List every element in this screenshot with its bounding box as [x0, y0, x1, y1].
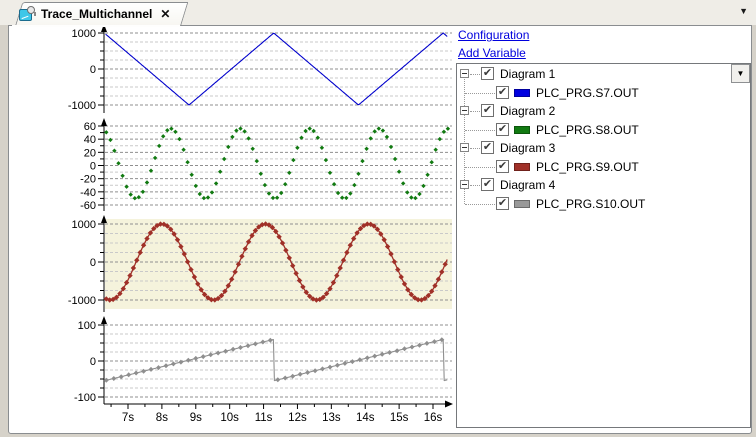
tree-item-label[interactable]: PLC_PRG.S10.OUT — [536, 197, 645, 211]
checkbox-plc-prg-s8-out[interactable]: ✔ — [496, 122, 509, 136]
tab-title: Trace_Multichannel — [41, 7, 153, 21]
svg-text:100: 100 — [78, 320, 96, 332]
tree-connector — [465, 129, 495, 131]
collapse-toggle-diagram-1[interactable] — [460, 69, 469, 78]
tab-content: Trace_Multichannel ✕ — [19, 2, 179, 26]
tree-item-label[interactable]: Diagram 3 — [500, 141, 555, 155]
svg-text:40: 40 — [84, 134, 96, 146]
tree-item-label[interactable]: Diagram 1 — [500, 67, 555, 81]
checkbox-diagram-2[interactable]: ✔ — [481, 104, 494, 117]
svg-text:-60: -60 — [80, 200, 96, 212]
tree-connector — [470, 148, 480, 149]
tree-connector — [465, 203, 495, 205]
svg-text:15s: 15s — [390, 412, 409, 424]
svg-text:-1000: -1000 — [68, 100, 96, 112]
plot-diagram-1[interactable]: 1000 0 -1000 — [68, 26, 452, 113]
tab-trace-multichannel[interactable]: Trace_Multichannel ✕ — [8, 2, 189, 27]
svg-text:-100: -100 — [74, 392, 96, 404]
svg-text:0: 0 — [90, 161, 96, 173]
color-swatch-plc-prg-s7-out — [514, 88, 530, 97]
svg-text:60: 60 — [84, 121, 96, 133]
svg-text:12s: 12s — [288, 412, 307, 424]
svg-text:-40: -40 — [80, 187, 96, 199]
tree-item-label[interactable]: Diagram 4 — [500, 178, 555, 192]
tree-item-label[interactable]: PLC_PRG.S8.OUT — [536, 123, 639, 137]
tree-item-diagram-3[interactable]: ✔ Diagram 3 — [457, 139, 750, 157]
svg-text:-20: -20 — [80, 174, 96, 186]
dropdown-button[interactable]: ▼ — [731, 64, 750, 83]
svg-text:0: 0 — [90, 356, 96, 368]
svg-text:-1000: -1000 — [68, 295, 96, 307]
configuration-link[interactable]: Configuration — [458, 28, 529, 42]
checkbox-plc-prg-s10-out[interactable]: ✔ — [496, 196, 509, 210]
color-swatch-plc-prg-s10-out — [514, 199, 530, 208]
trace-icon — [19, 6, 36, 22]
plot-diagram-3[interactable]: 1000 0 -1000 — [68, 215, 452, 312]
checkbox-diagram-3[interactable]: ✔ — [481, 141, 494, 154]
tree-item-plc-prg-s10-out[interactable]: ✔ PLC_PRG.S10.OUT — [457, 195, 750, 213]
svg-text:1000: 1000 — [72, 219, 96, 231]
svg-text:13s: 13s — [322, 412, 341, 424]
plot-diagram-2[interactable]: 604020 0-20-40-60 — [80, 118, 452, 212]
svg-text:7s: 7s — [122, 412, 134, 424]
tab-overflow-icon[interactable]: ▼ — [739, 7, 748, 16]
add-variable-link[interactable]: Add Variable — [458, 46, 526, 60]
checkbox-diagram-1[interactable]: ✔ — [481, 67, 494, 80]
tab-close-icon[interactable]: ✕ — [160, 8, 170, 20]
tree-item-diagram-4[interactable]: ✔ Diagram 4 — [457, 176, 750, 194]
tree-item-diagram-1[interactable]: ✔ Diagram 1 — [457, 65, 750, 83]
svg-text:11s: 11s — [255, 412, 273, 424]
svg-text:8s: 8s — [156, 412, 168, 424]
tree-item-diagram-2[interactable]: ✔ Diagram 2 — [457, 102, 750, 120]
checkbox-diagram-4[interactable]: ✔ — [481, 178, 494, 191]
tree-item-label[interactable]: Diagram 2 — [500, 104, 555, 118]
content-frame: 1000 0 -1000 60 40 20 0 -20 -40 -60 1000 0 -1000 100 0… — [8, 25, 752, 434]
tree-connector — [465, 92, 495, 94]
color-swatch-plc-prg-s9-out — [514, 162, 530, 171]
svg-text:14s: 14s — [356, 412, 375, 424]
svg-text:1000: 1000 — [72, 28, 96, 40]
checkbox-plc-prg-s7-out[interactable]: ✔ — [496, 85, 509, 99]
time-axis: 7s 8s 9s 10s 11s 12s 13s 14s 15s 16s — [104, 400, 453, 424]
tree-connector — [470, 74, 480, 75]
tree-connector — [470, 185, 480, 186]
collapse-toggle-diagram-2[interactable] — [460, 106, 469, 115]
color-swatch-plc-prg-s8-out — [514, 125, 530, 134]
checkbox-plc-prg-s9-out[interactable]: ✔ — [496, 159, 509, 173]
tree-item-plc-prg-s7-out[interactable]: ✔ PLC_PRG.S7.OUT — [457, 84, 750, 102]
trace-window: ▼ Trace_Multichannel ✕ 1000 0 -1000 60 40 20 0… — [0, 0, 756, 437]
tree-item-label[interactable]: PLC_PRG.S7.OUT — [536, 86, 639, 100]
svg-text:0: 0 — [90, 257, 96, 269]
tab-strip: ▼ Trace_Multichannel ✕ — [0, 0, 756, 27]
variable-tree-panel: ▼ ✔ Diagram 1 ✔ PLC_PRG.S7.OUT ✔ Diagram 2 ✔ PL… — [456, 63, 751, 428]
svg-text:16s: 16s — [424, 412, 443, 424]
tree-connector — [470, 111, 480, 112]
tree-item-label[interactable]: PLC_PRG.S9.OUT — [536, 160, 639, 174]
svg-text:9s: 9s — [190, 412, 202, 424]
tree-item-plc-prg-s8-out[interactable]: ✔ PLC_PRG.S8.OUT — [457, 121, 750, 139]
svg-text:20: 20 — [84, 147, 96, 159]
collapse-toggle-diagram-4[interactable] — [460, 180, 469, 189]
chevron-down-icon: ▼ — [736, 69, 745, 78]
svg-text:10s: 10s — [220, 412, 239, 424]
plot-diagram-4[interactable]: 100 0 -100 — [74, 316, 452, 404]
series-markers-plc-prg-s8-out — [104, 126, 451, 201]
tree-item-plc-prg-s9-out[interactable]: ✔ PLC_PRG.S9.OUT — [457, 158, 750, 176]
tree-connector — [465, 166, 495, 168]
collapse-toggle-diagram-3[interactable] — [460, 143, 469, 152]
svg-text:0: 0 — [90, 64, 96, 76]
